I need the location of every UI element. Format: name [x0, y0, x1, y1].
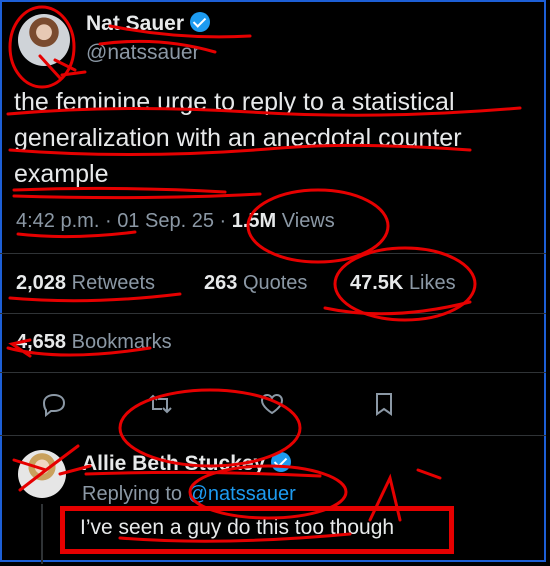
red-annotations — [6, 5, 522, 543]
